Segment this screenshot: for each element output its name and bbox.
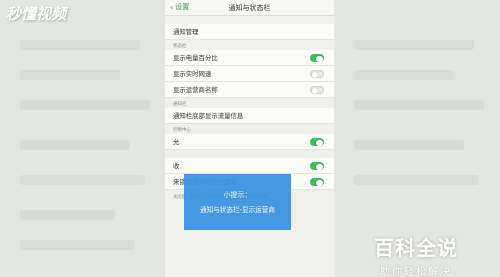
page-title: 通知与状态栏 [228,4,271,12]
control-center-section-label: 控制中心 [173,128,191,133]
notification-manage-row[interactable]: 通知管理 [165,24,334,40]
baike-logo-slogan: 助你轻松解决 [380,267,452,277]
miaodong-watermark: 秒懂视频 [6,5,67,23]
partial-row-toggle[interactable] [310,138,324,146]
battery-percent-row: 显示电量百分比 [165,50,334,66]
traffic-info-row[interactable]: 通知栏底部显示流量信息 [165,108,334,124]
partial-row-2: 收 [165,158,334,174]
tip-overlay: 小提示： 通知与状态栏-显示运营商 [184,174,291,230]
tip-title: 小提示： [223,191,252,199]
notification-section-label: 通知栏 [173,102,187,107]
statusbar-section-label: 状态栏 [173,44,187,49]
lock-screen-light-toggle[interactable] [310,178,324,186]
partial-row-2-label: 收 [173,162,180,170]
tip-text: 通知与状态栏-显示运营商 [200,206,275,214]
battery-percent-label: 显示电量百分比 [173,54,218,62]
battery-percent-toggle[interactable] [310,54,324,62]
partial-row-label: 允 [173,138,180,146]
baike-logo-title: 百科全说 [374,236,458,260]
background-left-panel [0,0,165,277]
phone-screen: ‹ 设置 通知与状态栏 通知管理 状态栏 显示电量百分比 显示实时网速 显示运营… [165,0,334,277]
baike-logo: 百科全说 助你轻松解决 [332,232,500,277]
carrier-name-row: 显示运营商名称 [165,82,334,98]
notification-manage-label: 通知管理 [173,28,199,36]
carrier-name-label: 显示运营商名称 [173,86,218,94]
partial-row-2-toggle[interactable] [310,162,324,170]
traffic-info-label: 通知栏底部显示流量信息 [173,112,244,120]
realtime-speed-toggle[interactable] [310,70,324,78]
realtime-speed-row: 显示实时网速 [165,66,334,82]
partial-row: 允 [165,134,334,150]
carrier-name-toggle[interactable] [310,86,324,94]
realtime-speed-label: 显示实时网速 [173,70,212,78]
navigation-bar: ‹ 设置 通知与状态栏 [165,0,334,16]
